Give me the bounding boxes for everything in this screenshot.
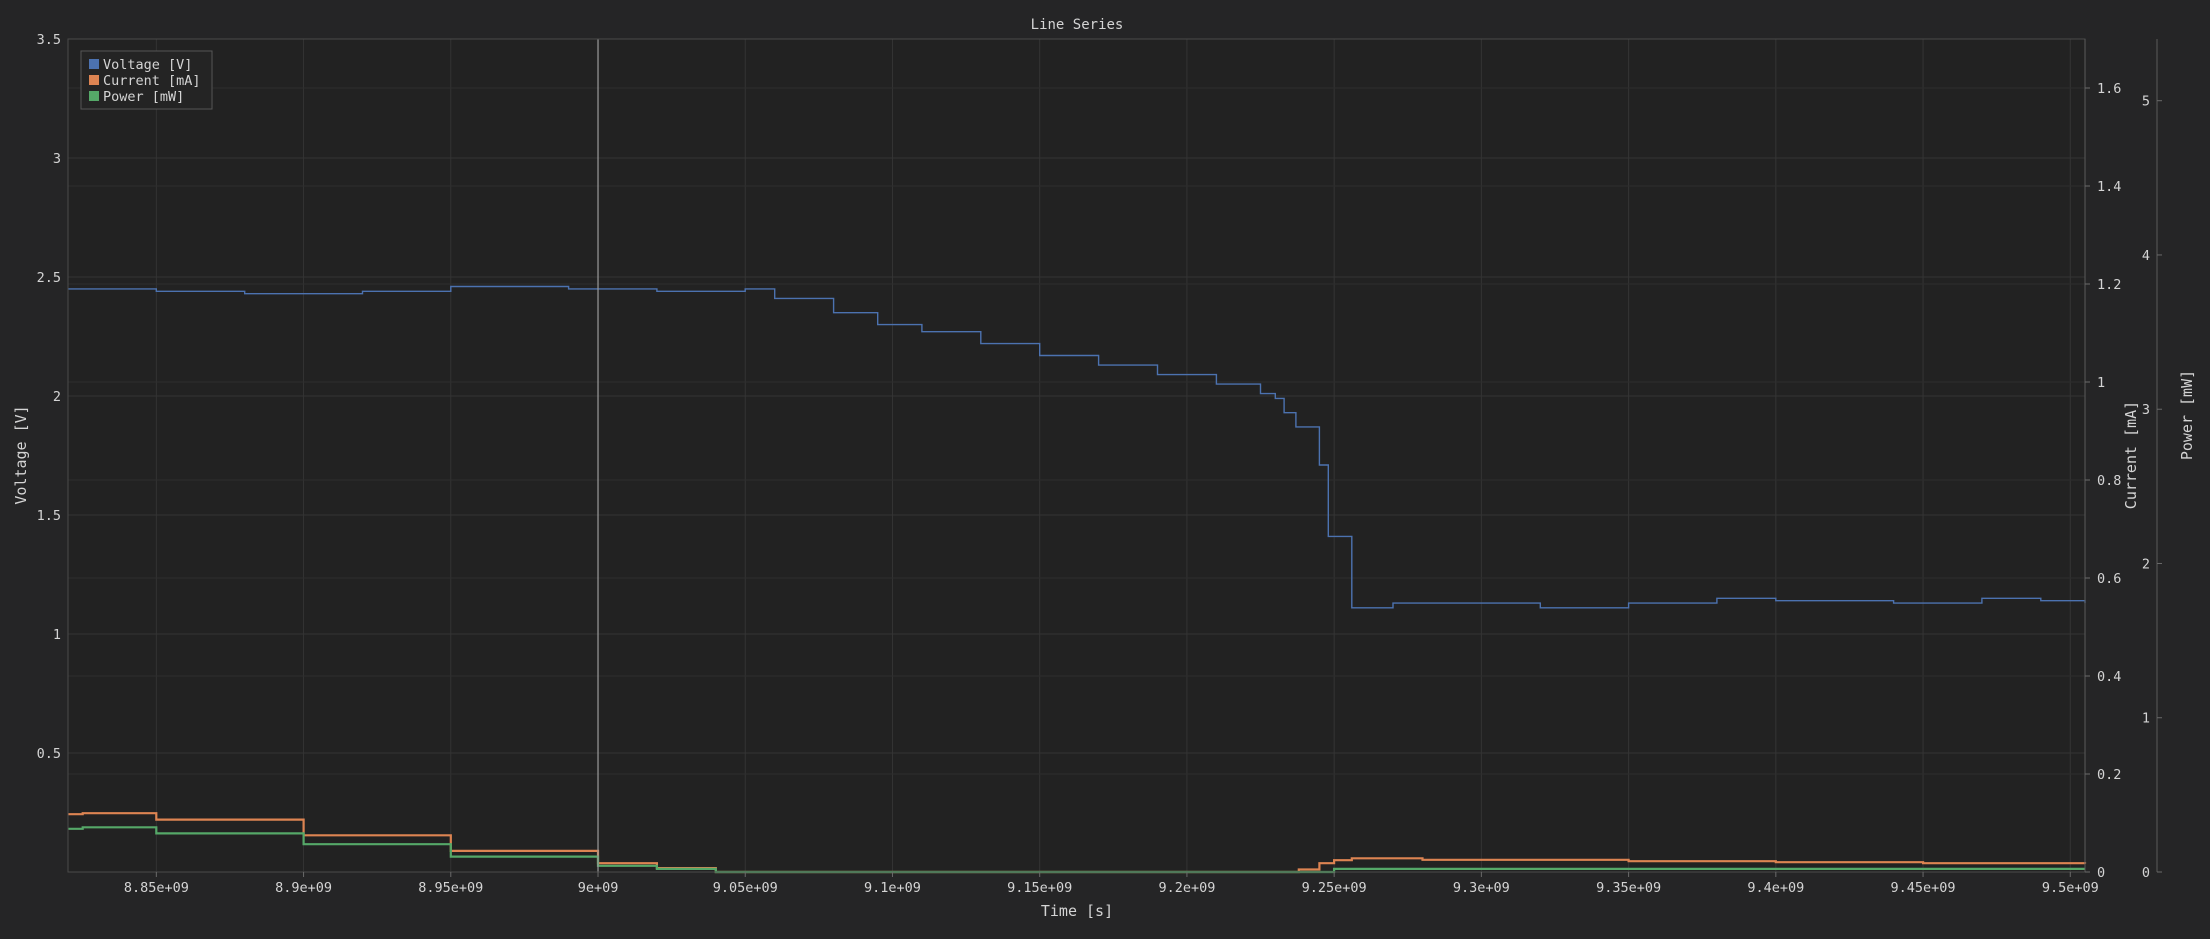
chart-canvas[interactable]: 8.85e+09 8.9e+09 8.95e+09 9e+09 9.05e+09 9.1e…	[0, 0, 2210, 935]
legend-entry-label[interactable]: Voltage [V]	[103, 57, 192, 73]
y-right-1-axis-label: Current [mA]	[2122, 401, 2140, 509]
legend-swatch[interactable]	[89, 75, 99, 85]
y-left-tick-label: 2.5	[37, 270, 61, 286]
y-right-2-tick-label: 0	[2142, 865, 2150, 881]
y-right-1-tick-label: 1	[2097, 375, 2105, 391]
y-right-1-tick-label: 1.6	[2097, 81, 2121, 97]
y-left-tick-label: 1.5	[37, 508, 61, 524]
legend[interactable]: Voltage [V]Current [mA]Power [mW]	[80, 50, 213, 110]
y-left-tick-label: 1	[53, 627, 61, 643]
y-left-tick-label: 2	[53, 389, 61, 405]
y-right-1-tick-label: 0.8	[2097, 473, 2121, 489]
y-right-2-tick-label: 2	[2142, 556, 2150, 572]
y-left-tick-label: 3	[53, 151, 61, 167]
legend-swatch[interactable]	[89, 91, 99, 101]
chart-title: Line Series	[1031, 17, 1124, 33]
y-right-1-tick-label: 0	[2097, 865, 2105, 881]
legend-entry-label[interactable]: Current [mA]	[103, 73, 201, 89]
legend-entry-label[interactable]: Power [mW]	[103, 89, 184, 105]
x-tick-label: 8.9e+09	[275, 880, 332, 896]
x-tick-label: 9.35e+09	[1596, 880, 1661, 896]
x-tick-label: 8.95e+09	[418, 880, 483, 896]
y-right-2-tick-label: 1	[2142, 711, 2150, 727]
y-right-2-tick-label: 4	[2142, 248, 2150, 264]
y-right-1-tick-label: 1.4	[2097, 179, 2121, 195]
x-tick-label: 9.5e+09	[2042, 880, 2099, 896]
x-tick-label: 9e+09	[578, 880, 619, 896]
y-right-1-axis-ticks: 0 0.2 0.4 0.6 0.8 1 1.2 1.4 1.6	[2085, 81, 2121, 881]
x-axis-ticks: 8.85e+09 8.9e+09 8.95e+09 9e+09 9.05e+09 9.1e…	[124, 872, 2099, 896]
x-tick-label: 9.1e+09	[864, 880, 921, 896]
y-right-2-axis-ticks: 0 1 2 3 4 5	[2142, 94, 2162, 881]
y-right-2-tick-label: 3	[2142, 402, 2150, 418]
legend-swatch[interactable]	[89, 59, 99, 69]
x-tick-label: 9.4e+09	[1747, 880, 1804, 896]
y-right-2-axis-label: Power [mW]	[2178, 370, 2196, 460]
x-tick-label: 9.2e+09	[1158, 880, 1215, 896]
x-tick-label: 9.25e+09	[1302, 880, 1367, 896]
y-right-1-tick-label: 0.4	[2097, 669, 2121, 685]
y-right-1-tick-label: 0.2	[2097, 767, 2121, 783]
plot-background	[68, 39, 2085, 872]
y-left-axis-ticks: 0.5 1 1.5 2 2.5 3 3.5	[37, 32, 61, 762]
x-tick-label: 9.3e+09	[1453, 880, 1510, 896]
y-left-tick-label: 3.5	[37, 32, 61, 48]
y-right-1-tick-label: 0.6	[2097, 571, 2121, 587]
y-left-tick-label: 0.5	[37, 746, 61, 762]
x-tick-label: 9.45e+09	[1891, 880, 1956, 896]
x-axis-label: Time [s]	[1041, 902, 1113, 920]
y-left-axis-label: Voltage [V]	[12, 405, 30, 504]
y-right-2-tick-label: 5	[2142, 94, 2150, 110]
x-tick-label: 9.15e+09	[1007, 880, 1072, 896]
x-tick-label: 9.05e+09	[713, 880, 778, 896]
line-series-chart: 8.85e+09 8.9e+09 8.95e+09 9e+09 9.05e+09 9.1e…	[0, 0, 2210, 935]
x-tick-label: 8.85e+09	[124, 880, 189, 896]
y-right-1-tick-label: 1.2	[2097, 277, 2121, 293]
